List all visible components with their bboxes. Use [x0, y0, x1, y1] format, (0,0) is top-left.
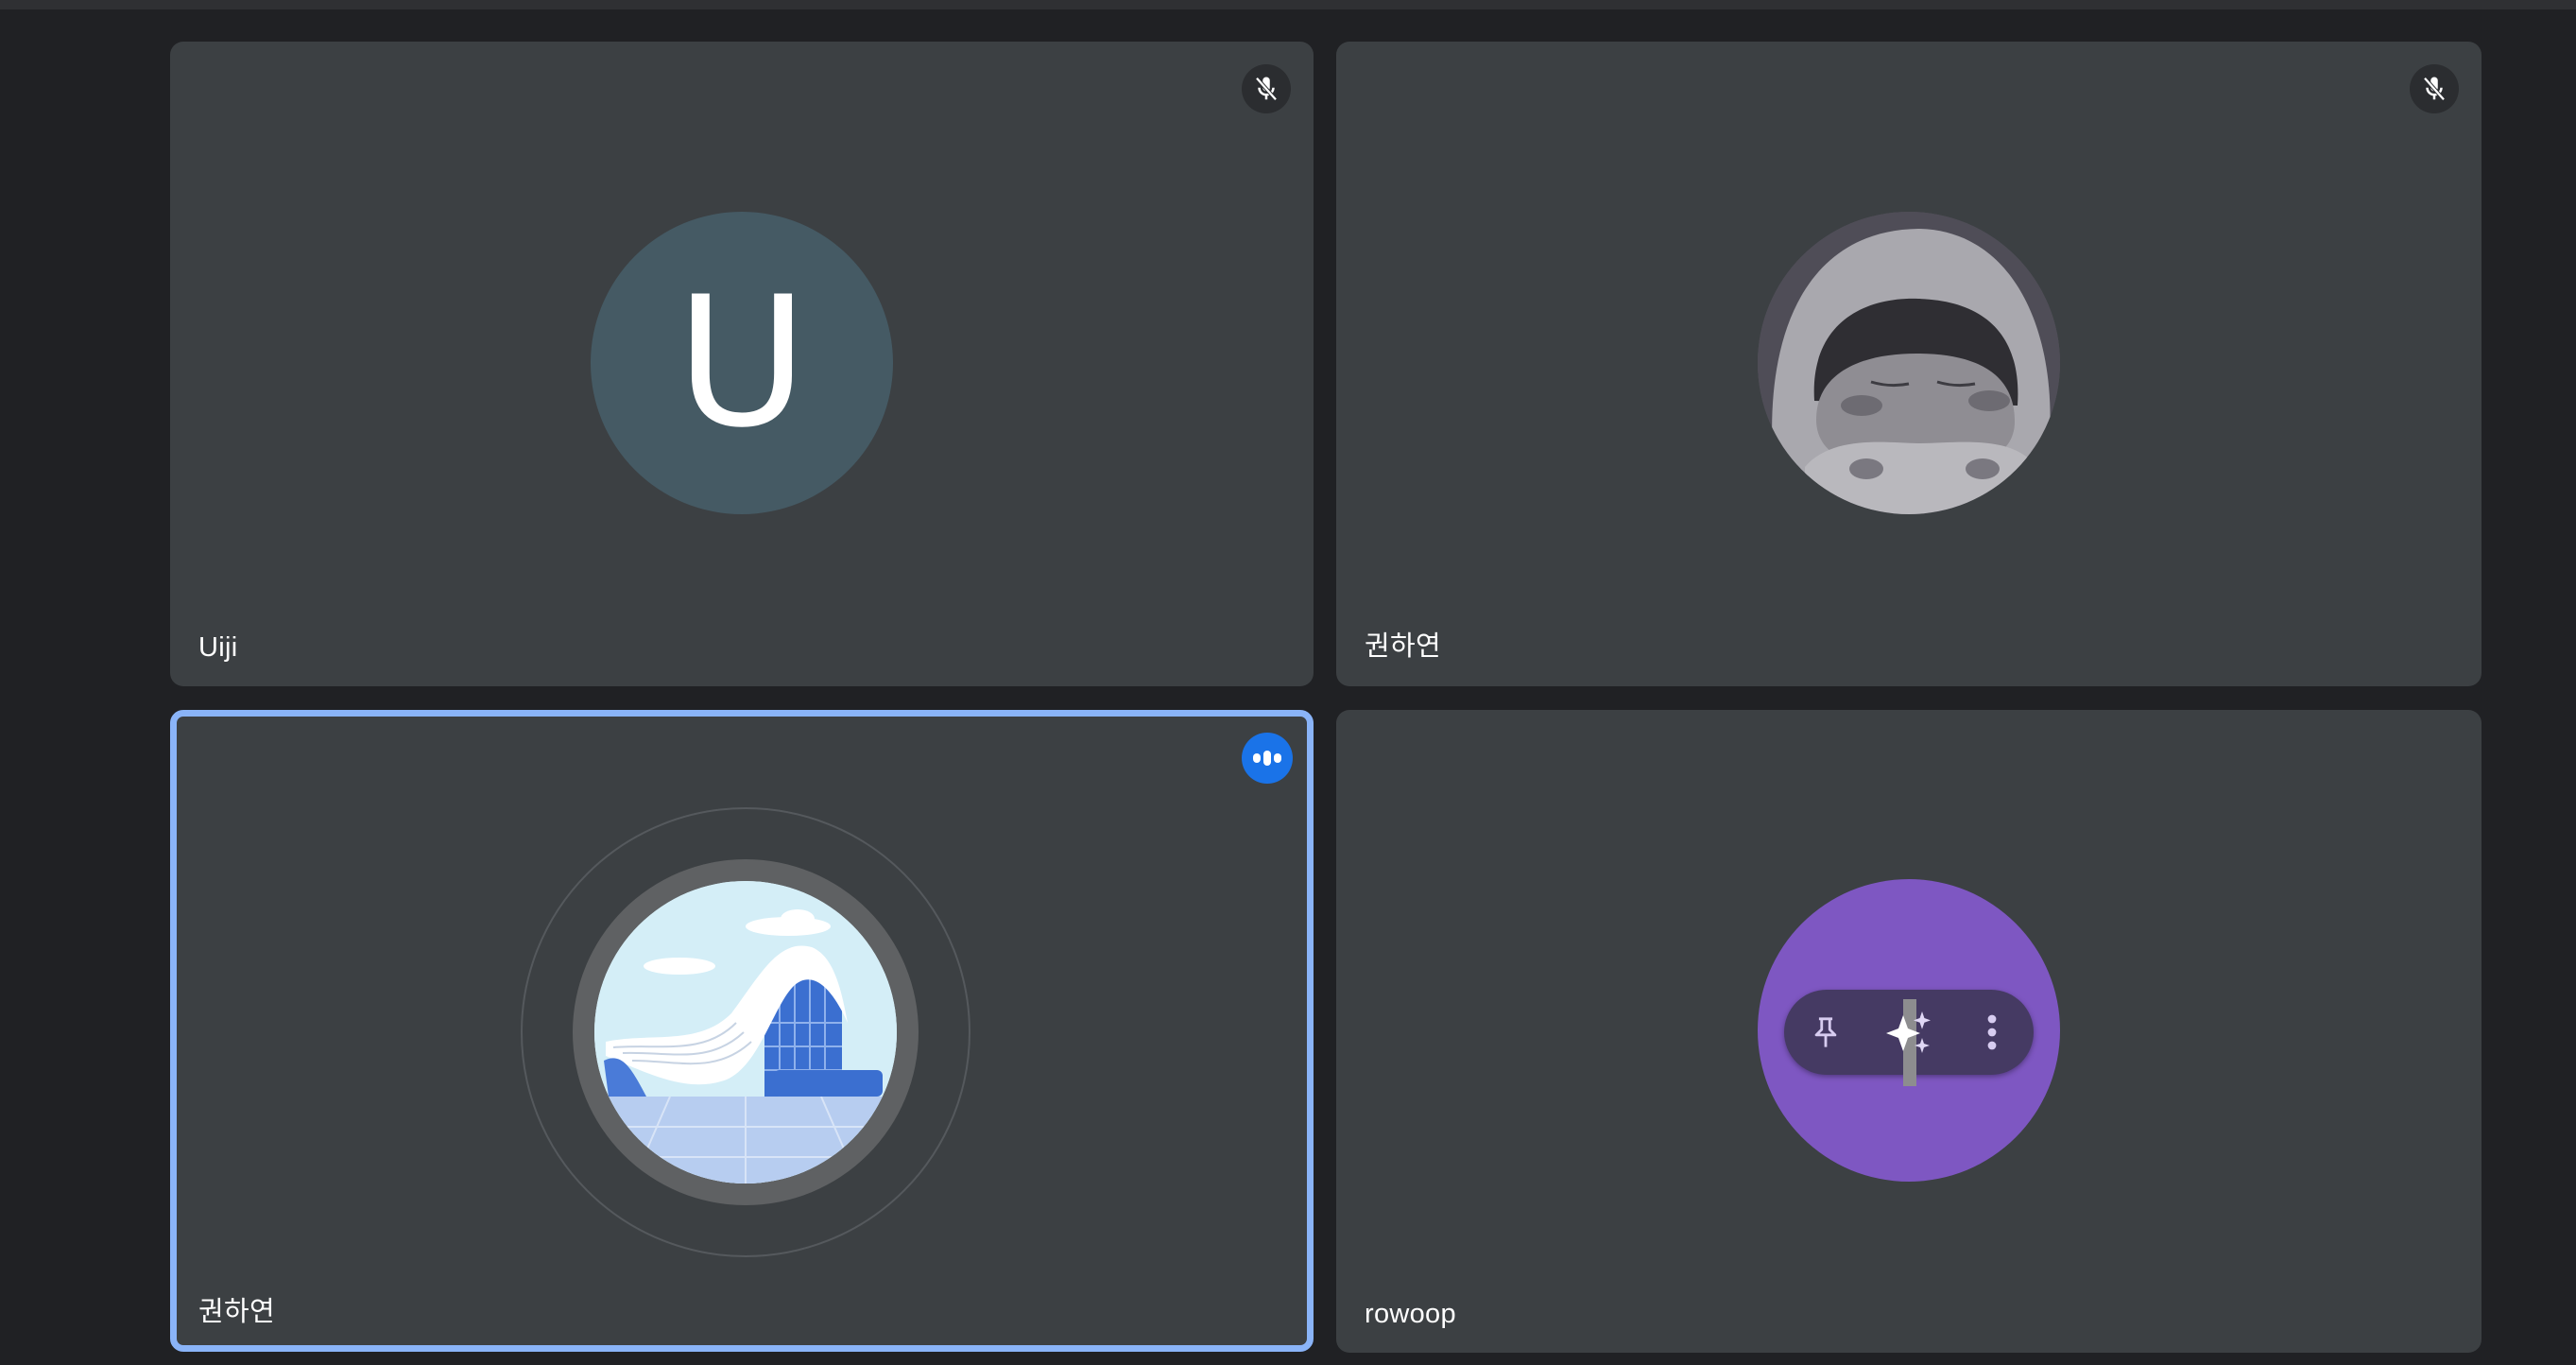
- pin-icon[interactable]: [1793, 999, 1859, 1065]
- mic-off-icon: [2410, 64, 2459, 113]
- avatar-illustration: [1758, 212, 2060, 514]
- more-vert-icon[interactable]: [1959, 999, 2025, 1065]
- sparkle-icon[interactable]: [1876, 999, 1942, 1086]
- tile-hover-toolbar: [1784, 990, 2034, 1086]
- participant-tile-rowoop[interactable]: rowoop: [1336, 710, 2482, 1353]
- speaking-indicator-icon: [1242, 733, 1293, 784]
- avatar-letter: U: [676, 258, 808, 467]
- participant-tile-uiji[interactable]: U Uiji: [170, 42, 1314, 686]
- participant-tile-2[interactable]: 권하연: [1336, 42, 2482, 686]
- participant-name: Uiji: [198, 632, 238, 663]
- window-top-strip: [0, 0, 2576, 9]
- participant-name: rowoop: [1365, 1299, 1456, 1329]
- mic-off-icon: [1242, 64, 1291, 113]
- participant-name: 권하연: [1365, 631, 1441, 662]
- avatar: U: [591, 212, 893, 514]
- avatar-illustration: [594, 881, 897, 1184]
- participant-name: 권하연: [198, 1297, 275, 1327]
- participant-tile-active-speaker[interactable]: 권하연: [170, 710, 1314, 1352]
